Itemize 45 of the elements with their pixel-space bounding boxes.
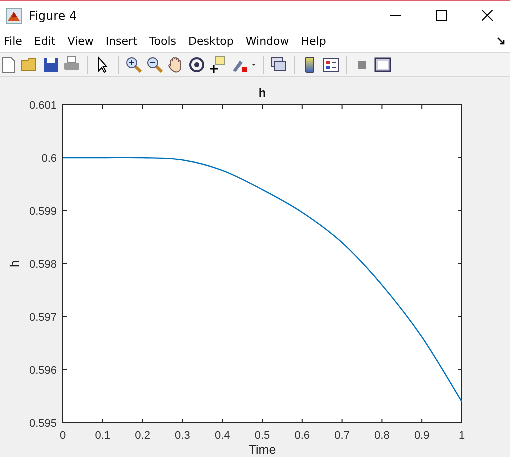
x-axis-label: Time	[248, 443, 276, 457]
menu-item[interactable]: Desktop	[184, 34, 241, 48]
x-tick-label: 0.2	[135, 430, 150, 442]
y-tick-label: 0.595	[29, 418, 57, 430]
save-icon[interactable]	[42, 56, 60, 74]
menu-item[interactable]: Edit	[29, 34, 63, 48]
zoom-in-icon[interactable]	[125, 56, 143, 74]
new-file-icon[interactable]	[0, 56, 18, 74]
x-tick-label: 0.9	[414, 430, 430, 442]
rotate-icon[interactable]	[188, 56, 206, 74]
x-tick-label: 0.3	[175, 430, 190, 442]
menu-item[interactable]: File	[0, 34, 30, 48]
x-tick-label: 0	[60, 430, 66, 442]
linked-windows-icon[interactable]	[270, 56, 288, 74]
menu-item[interactable]: Help	[296, 34, 334, 48]
app-icon	[6, 8, 22, 24]
minimize-icon	[390, 15, 400, 16]
x-tick-label: 0.7	[334, 430, 350, 442]
y-tick-label: 0.598	[29, 259, 57, 271]
y-tick-label: 0.601	[29, 100, 57, 112]
window-icon[interactable]	[374, 56, 392, 74]
x-tick-label: 0.4	[214, 430, 230, 442]
data-cursor-icon[interactable]	[209, 56, 227, 74]
menu-item[interactable]: Insert	[100, 34, 144, 48]
x-tick-label: 0.8	[374, 430, 390, 442]
y-tick-label: 0.6	[42, 153, 57, 165]
menu-item[interactable]: Window	[240, 34, 296, 48]
close-icon	[482, 10, 492, 21]
y-tick-label: 0.596	[29, 365, 57, 377]
open-folder-icon[interactable]	[21, 56, 39, 74]
zoom-out-icon[interactable]	[146, 56, 164, 74]
y-tick-label: 0.599	[29, 206, 57, 218]
maximize-icon	[436, 10, 446, 21]
menu-item[interactable]: View	[62, 34, 101, 48]
y-axis-label: h	[8, 260, 22, 268]
x-tick-label: 0.6	[294, 430, 310, 442]
x-tick-label: 1	[458, 430, 466, 442]
y-tick-label: 0.597	[29, 312, 57, 324]
x-tick-label: 0.1	[95, 430, 111, 442]
window-title: Figure 4	[29, 8, 78, 22]
legend-icon[interactable]	[322, 56, 340, 74]
dock-arrow-icon[interactable]	[497, 37, 505, 45]
plot-title: h	[258, 86, 266, 100]
menu-item[interactable]: Tools	[144, 34, 184, 48]
x-tick-label: 0.5	[254, 430, 270, 442]
